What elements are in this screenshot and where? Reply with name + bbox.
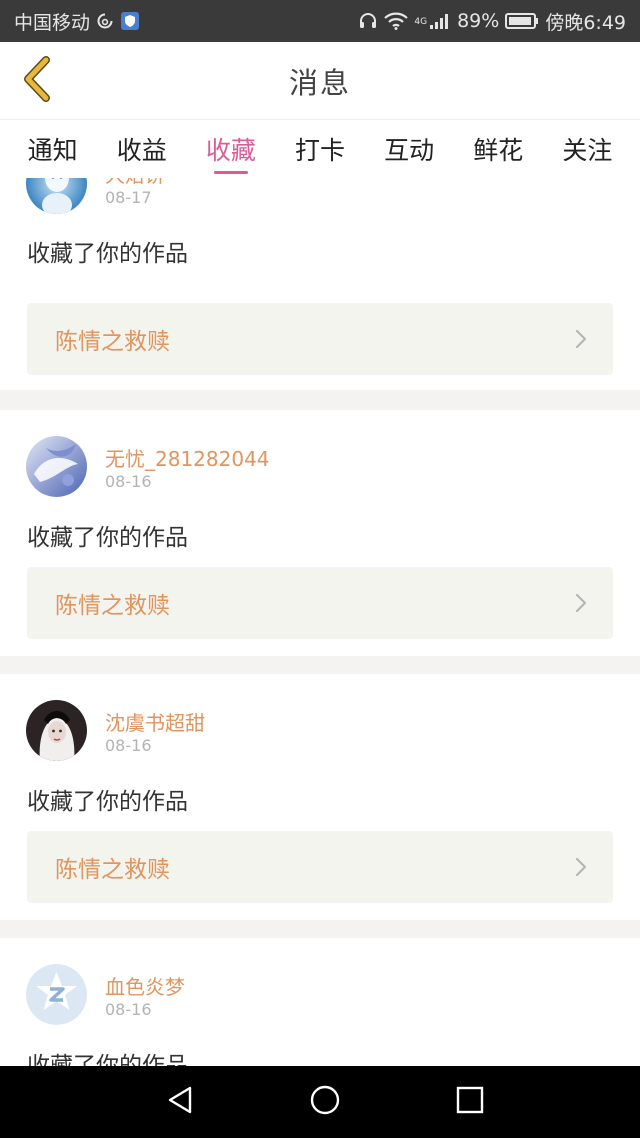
shield-app-icon xyxy=(120,11,140,31)
action-text: 收藏了你的作品 xyxy=(27,789,188,815)
message-date: 08-16 xyxy=(105,736,152,755)
chevron-left-icon xyxy=(20,56,52,106)
work-title: 陈情之救赎 xyxy=(55,593,170,619)
message-date: 08-17 xyxy=(105,188,152,207)
username[interactable]: 血色炎梦 xyxy=(105,971,185,1000)
tab-label: 关注 xyxy=(562,136,613,165)
tab-earnings[interactable]: 收益 xyxy=(109,120,175,178)
username[interactable]: 沈虞书超甜 xyxy=(105,707,205,736)
recents-square-icon xyxy=(456,1086,484,1118)
screen: 中国移动 4G 89% 傍晚6:49 消息 通知 收益 收藏 打卡 互动 鲜花 … xyxy=(0,0,640,1138)
message-feed[interactable]: 大烙饼 08-17 收藏了你的作品 陈情之救赎 无忧_281282044 08-… xyxy=(0,178,640,1066)
chevron-right-icon xyxy=(575,857,587,881)
user-avatar[interactable] xyxy=(26,436,87,497)
nav-back-button[interactable] xyxy=(160,1082,200,1122)
tab-label: 互动 xyxy=(384,136,435,165)
chevron-right-icon xyxy=(575,593,587,617)
user-avatar[interactable] xyxy=(26,178,87,214)
user-avatar[interactable] xyxy=(26,964,87,1025)
tab-label: 通知 xyxy=(27,136,78,165)
tab-following[interactable]: 关注 xyxy=(554,120,620,178)
status-bar: 中国移动 4G 89% 傍晚6:49 xyxy=(0,0,640,42)
message-card: 无忧_281282044 08-16 收藏了你的作品 陈情之救赎 xyxy=(0,410,640,656)
message-card: 血色炎梦 08-16 收藏了你的作品 xyxy=(0,938,640,1066)
back-triangle-icon xyxy=(166,1085,194,1119)
message-card: 沈虞书超甜 08-16 收藏了你的作品 陈情之救赎 xyxy=(0,674,640,920)
tab-favorites[interactable]: 收藏 xyxy=(198,120,264,178)
work-link[interactable]: 陈情之救赎 xyxy=(27,831,613,903)
work-link[interactable]: 陈情之救赎 xyxy=(27,303,613,375)
action-text: 收藏了你的作品 xyxy=(27,525,188,551)
signal-icon xyxy=(429,12,451,30)
battery-percent: 89% xyxy=(457,10,500,32)
tab-checkin[interactable]: 打卡 xyxy=(287,120,353,178)
message-date: 08-16 xyxy=(105,472,152,491)
username[interactable]: 无忧_281282044 xyxy=(105,443,270,472)
active-tab-indicator xyxy=(213,171,248,174)
work-title: 陈情之救赎 xyxy=(55,857,170,883)
message-card: 大烙饼 08-17 收藏了你的作品 陈情之救赎 xyxy=(0,178,640,390)
headset-icon xyxy=(358,11,378,31)
user-avatar[interactable] xyxy=(26,700,87,761)
sync-icon xyxy=(96,12,114,30)
back-button[interactable] xyxy=(14,56,58,106)
action-text: 收藏了你的作品 xyxy=(27,1053,188,1066)
tab-interaction[interactable]: 互动 xyxy=(376,120,442,178)
work-title: 陈情之救赎 xyxy=(55,329,170,355)
tab-label: 收益 xyxy=(116,136,167,165)
page-title: 消息 xyxy=(288,65,351,100)
tab-bar: 通知 收益 收藏 打卡 互动 鲜花 关注 xyxy=(0,120,640,178)
tab-label: 打卡 xyxy=(294,136,345,165)
network-type-label: 4G xyxy=(414,16,428,27)
system-nav-bar xyxy=(0,1066,640,1138)
clock-label: 傍晚6:49 xyxy=(545,11,626,34)
message-date: 08-16 xyxy=(105,1000,152,1019)
tab-label: 鲜花 xyxy=(473,136,524,165)
home-circle-icon xyxy=(309,1084,341,1120)
tab-flowers[interactable]: 鲜花 xyxy=(465,120,531,178)
tab-label: 收藏 xyxy=(205,136,256,165)
action-text: 收藏了你的作品 xyxy=(27,241,188,267)
nav-home-button[interactable] xyxy=(305,1082,345,1122)
app-header: 消息 xyxy=(0,42,640,120)
nav-recents-button[interactable] xyxy=(450,1082,490,1122)
work-link[interactable]: 陈情之救赎 xyxy=(27,567,613,639)
username[interactable]: 大烙饼 xyxy=(105,178,165,188)
tab-notice[interactable]: 通知 xyxy=(20,120,86,178)
carrier-label: 中国移动 xyxy=(14,11,91,34)
chevron-right-icon xyxy=(575,329,587,353)
battery-icon xyxy=(505,12,539,30)
wifi-icon xyxy=(384,12,409,30)
